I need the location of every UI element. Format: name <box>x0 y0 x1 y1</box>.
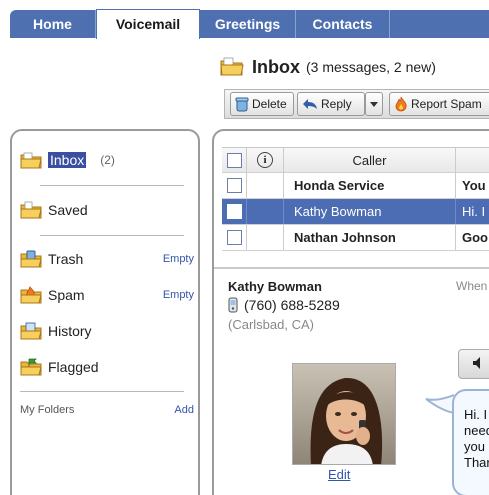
when-label: When <box>456 279 488 293</box>
edit-contact-link[interactable]: Edit <box>328 467 350 482</box>
phone-number: (760) 688-5289 <box>244 297 340 313</box>
info-icon: i <box>257 152 273 168</box>
row-checkbox[interactable] <box>226 204 242 219</box>
folder-sidebar: Inbox (2) Saved Trash Empty Spam Empty H… <box>10 129 200 495</box>
message-count: (3 messages, 2 new) <box>306 59 436 75</box>
flagged-folder-icon <box>20 358 42 376</box>
transcript-line: you <box>464 439 485 454</box>
message-panel: i Caller Honda Service You Kathy Bowman … <box>212 129 489 495</box>
sidebar-item-label: Trash <box>48 251 84 267</box>
spam-folder-icon <box>20 286 42 304</box>
unread-count: (2) <box>100 153 115 167</box>
divider <box>40 235 184 236</box>
caller-cell: Kathy Bowman <box>284 199 456 224</box>
row-checkbox[interactable] <box>226 230 242 245</box>
reply-button[interactable]: Reply <box>297 92 365 116</box>
sidebar-item-label: Inbox <box>48 152 87 168</box>
flame-icon <box>394 96 408 112</box>
play-audio-button[interactable] <box>458 349 489 379</box>
delete-button[interactable]: Delete <box>230 92 294 116</box>
transcript-line: need <box>464 423 489 438</box>
page-header: Inbox (3 messages, 2 new) <box>220 56 436 78</box>
table-row[interactable]: Kathy Bowman Hi. I <box>222 199 489 225</box>
sidebar-item-history[interactable]: History <box>20 320 194 342</box>
divider <box>20 391 184 392</box>
report-spam-label: Report Spam <box>411 97 482 111</box>
trash-folder-icon <box>20 250 42 268</box>
sidebar-item-flagged[interactable]: Flagged <box>20 356 194 378</box>
inbox-folder-icon <box>20 151 42 169</box>
caller-cell: Nathan Johnson <box>284 225 456 250</box>
my-folders-label: My Folders <box>20 404 75 416</box>
caller-cell: Honda Service <box>284 173 456 198</box>
info-cell <box>246 173 284 198</box>
sidebar-item-label: Flagged <box>48 359 99 375</box>
message-toolbar: Delete Reply Report Spam <box>224 89 489 119</box>
reply-dropdown-button[interactable] <box>365 92 383 116</box>
report-spam-button[interactable]: Report Spam <box>389 92 489 116</box>
tab-home[interactable]: Home <box>10 10 96 38</box>
transcript-bubble: Hi. I need you Thar <box>452 389 489 495</box>
chevron-down-icon <box>370 97 378 111</box>
sidebar-item-label: Saved <box>48 202 88 218</box>
caller-column-header[interactable]: Caller <box>284 148 456 172</box>
preview-cell: You <box>462 178 486 193</box>
saved-folder-icon <box>20 201 42 219</box>
tab-contacts[interactable]: Contacts <box>296 10 390 38</box>
add-folder-link[interactable]: Add <box>174 404 194 416</box>
table-row[interactable]: Honda Service You <box>222 173 489 199</box>
empty-spam-link[interactable]: Empty <box>163 289 194 301</box>
reply-arrow-icon <box>302 98 318 110</box>
inbox-folder-icon <box>220 56 244 79</box>
transcript-line: Hi. I <box>464 407 488 422</box>
page-title: Inbox <box>252 56 300 77</box>
info-cell <box>246 199 284 224</box>
history-folder-icon <box>20 322 42 340</box>
speaker-icon <box>471 356 485 373</box>
sidebar-item-saved[interactable]: Saved <box>20 199 194 221</box>
select-all-checkbox[interactable] <box>226 152 242 168</box>
tab-greetings[interactable]: Greetings <box>200 10 296 38</box>
tab-voicemail[interactable]: Voicemail <box>96 9 200 39</box>
my-folders-section: My Folders Add <box>20 404 194 416</box>
reply-label: Reply <box>321 97 352 111</box>
contact-name: Kathy Bowman <box>228 279 322 294</box>
contact-photo <box>292 363 396 465</box>
contact-phone: (760) 688-5289 <box>228 297 340 313</box>
transcript-line: Thar <box>464 455 489 470</box>
sidebar-item-trash[interactable]: Trash Empty <box>20 248 194 270</box>
table-header: i Caller <box>222 147 489 173</box>
info-cell <box>246 225 284 250</box>
pane-divider[interactable] <box>214 267 489 269</box>
empty-trash-link[interactable]: Empty <box>163 253 194 265</box>
table-row[interactable]: Nathan Johnson Goo <box>222 225 489 251</box>
trash-can-icon <box>235 96 249 112</box>
sidebar-item-inbox[interactable]: Inbox (2) <box>20 149 194 171</box>
preview-cell: Goo <box>462 230 488 245</box>
row-checkbox[interactable] <box>226 178 242 193</box>
contact-location: (Carlsbad, CA) <box>228 317 314 332</box>
delete-label: Delete <box>252 97 287 111</box>
sidebar-item-spam[interactable]: Spam Empty <box>20 284 194 306</box>
preview-cell: Hi. I <box>462 204 486 219</box>
sidebar-item-label: Spam <box>48 287 85 303</box>
tab-bar: Home Voicemail Greetings Contacts <box>0 0 489 39</box>
sidebar-item-label: History <box>48 323 92 339</box>
mobile-phone-icon <box>228 297 238 313</box>
divider <box>40 185 184 186</box>
